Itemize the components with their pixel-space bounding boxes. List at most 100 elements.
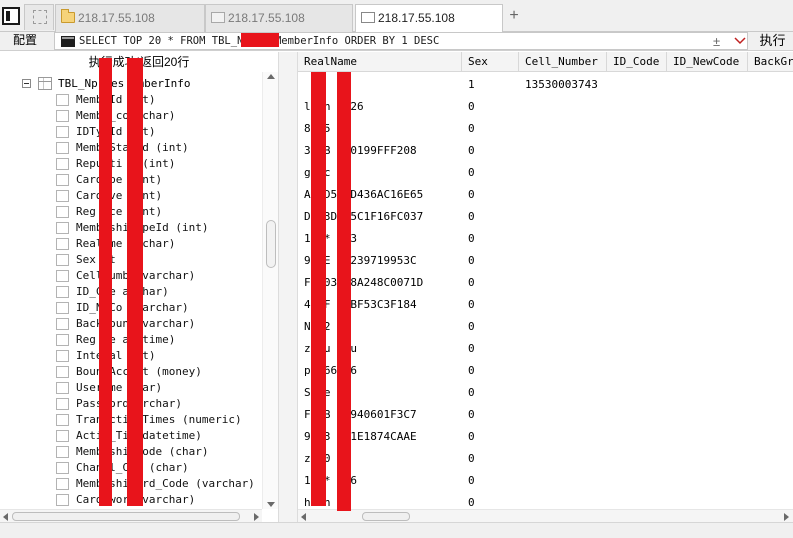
column-header-background[interactable]: BackGro [748,52,793,72]
scroll-up-icon[interactable] [267,74,275,79]
tree-column-item[interactable]: Back oun (varchar) [56,316,266,332]
window-menu-icon[interactable] [2,7,20,25]
tree-column-item[interactable]: Card ve (int) [56,188,266,204]
cell-cell-number[interactable] [519,470,607,492]
scroll-left-icon[interactable] [301,513,306,521]
grid-horizontal-scrollbar[interactable] [298,509,793,522]
table-row[interactable]: 8 55 70 [298,118,793,140]
scrollbar-thumb[interactable] [362,512,410,521]
tree-column-item[interactable]: Memb shi ypeId (int) [56,220,266,236]
cell-sex[interactable]: 0 [462,96,519,118]
tree-column-item[interactable]: Memb shi ard_Code (varchar) [56,476,266,492]
tree-column-item[interactable]: Reg rce (int) [56,204,266,220]
table-row[interactable]: l an 6526 0 [298,96,793,118]
tree-column-item[interactable]: Reg me atetime) [56,332,266,348]
cell-sex[interactable]: 0 [462,250,519,272]
config-button[interactable]: 配置 [0,32,52,50]
tree-column-item[interactable]: Memb _co (char) [56,108,266,124]
cell-cell-number[interactable] [519,426,607,448]
table-row[interactable]: h ln0 [298,492,793,508]
tree-column-item[interactable]: User me char) [56,380,266,396]
cell-sex[interactable]: 0 [462,360,519,382]
table-row[interactable]: p 966 66 0 [298,360,793,382]
cell-sex[interactable]: 0 [462,382,519,404]
table-row[interactable]: S ze0 [298,382,793,404]
cell-cell-number[interactable] [519,382,607,404]
home-tab[interactable] [24,4,54,30]
cell-cell-number[interactable] [519,404,607,426]
cell-cell-number[interactable] [519,294,607,316]
tree-column-item[interactable]: Repu ti d (int) [56,156,266,172]
cell-cell-number[interactable] [519,118,607,140]
tree-column-item[interactable]: Memb Id int) [56,92,266,108]
tree-column-item[interactable]: Memb shi Code (char) [56,444,266,460]
scroll-right-icon[interactable] [254,513,259,521]
tree-column-item[interactable]: Pass ord archar) [56,396,266,412]
scroll-down-icon[interactable] [267,502,275,507]
table-row[interactable]: D 53D 95C1F16FC037 0 [298,206,793,228]
cell-sex[interactable]: 0 [462,470,519,492]
table-row[interactable]: 1 ** 193 0 [298,228,793,250]
tree-column-item[interactable]: Memb Sta Id (int) [56,140,266,156]
cell-cell-number[interactable]: 13530003743 [519,74,607,96]
scrollbar-thumb[interactable] [266,220,276,268]
cell-cell-number[interactable] [519,360,607,382]
cell-sex[interactable]: 0 [462,426,519,448]
tree-column-item[interactable]: Card wor (varchar) [56,492,266,508]
tree-column-item[interactable]: Boun Acc nt (money) [56,364,266,380]
tree-column-item[interactable]: ID_N Co (varchar) [56,300,266,316]
cell-sex[interactable]: 0 [462,162,519,184]
tree-column-item[interactable]: Cell umb (varchar) [56,268,266,284]
cell-cell-number[interactable] [519,140,607,162]
run-button[interactable]: 执行 [752,32,793,50]
cell-sex[interactable]: 0 [462,228,519,250]
cell-cell-number[interactable] [519,184,607,206]
column-header-cell-number[interactable]: Cell_Number [519,52,607,72]
cell-sex[interactable]: 1 [462,74,519,96]
cell-sex[interactable]: 0 [462,184,519,206]
tree-horizontal-scrollbar[interactable] [0,509,262,522]
tree-column-item[interactable]: Card pe (int) [56,172,266,188]
column-header-id-code[interactable]: ID_Code [607,52,667,72]
cell-cell-number[interactable] [519,96,607,118]
cell-sex[interactable]: 0 [462,492,519,508]
cell-sex[interactable]: 0 [462,316,519,338]
tree-column-item[interactable]: Acti _Ti (datetime) [56,428,266,444]
scroll-left-icon[interactable] [3,513,8,521]
cell-sex[interactable]: 0 [462,448,519,470]
cell-cell-number[interactable] [519,272,607,294]
table-row[interactable]: F XB 53940601F3C7 0 [298,404,793,426]
cell-cell-number[interactable] [519,162,607,184]
table-row[interactable]: g rc 10 [298,162,793,184]
table-row[interactable]: N 22 20 [298,316,793,338]
tab-session-1[interactable]: 218.17.55.108 [55,4,205,32]
tree-column-item[interactable]: ID_C e archar) [56,284,266,300]
column-header-realname[interactable]: RealName [298,52,462,72]
table-row[interactable]: 1 13530003743 [298,74,793,96]
cell-sex[interactable]: 0 [462,294,519,316]
table-row[interactable]: 4 7F 4ABF53C3F184 0 [298,294,793,316]
scrollbar-thumb[interactable] [12,512,240,521]
new-tab-button[interactable]: + [506,6,522,26]
cell-sex[interactable]: 0 [462,118,519,140]
table-row[interactable]: z au nyu 0 [298,338,793,360]
collapse-icon[interactable] [22,79,31,88]
table-row[interactable]: A 2D5 5D436AC16E65 0 [298,184,793,206]
tree-column-item[interactable]: Tran cti _Times (numeric) [56,412,266,428]
cell-cell-number[interactable] [519,338,607,360]
column-header-id-newcode[interactable]: ID_NewCode [667,52,748,72]
table-row[interactable]: 3 XB CE0199FFF208 0 [298,140,793,162]
tree-column-item[interactable]: Real me archar) [56,236,266,252]
tab-session-3-active[interactable]: 218.17.55.108 [355,4,503,33]
table-row[interactable]: 9 D3 A31E1874CAAE 0 [298,426,793,448]
cell-cell-number[interactable] [519,448,607,470]
tree-column-item[interactable]: IDTy Id int) [56,124,266,140]
tree-column-item[interactable]: Chan l_C e (char) [56,460,266,476]
tab-session-2[interactable]: 218.17.55.108 [205,4,353,32]
cell-cell-number[interactable] [519,206,607,228]
column-header-sex[interactable]: Sex [462,52,519,72]
panel-splitter[interactable] [278,52,298,522]
cell-sex[interactable]: 0 [462,206,519,228]
chevron-down-icon[interactable] [734,35,746,47]
tree-vertical-scrollbar[interactable] [262,72,278,509]
